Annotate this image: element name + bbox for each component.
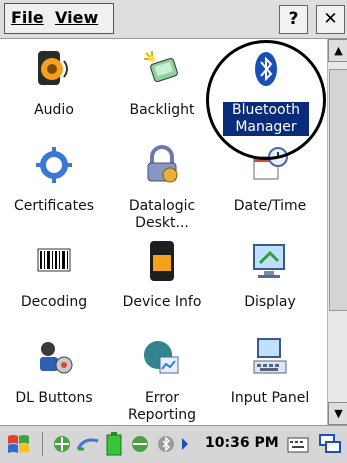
icon-error-reporting[interactable]: Error Reporting <box>108 327 216 423</box>
icon-label: Input Panel <box>230 390 310 406</box>
window-switch-icon[interactable] <box>318 433 342 455</box>
icon-label: Decoding <box>20 294 88 310</box>
scroll-up-button[interactable]: ▲ <box>328 39 347 62</box>
close-button[interactable]: ✕ <box>316 5 345 34</box>
menu-file[interactable]: File <box>11 8 44 27</box>
icon-label: Device Info <box>122 294 202 310</box>
icon-audio[interactable]: Audio <box>0 39 108 135</box>
dl-buttons-icon <box>40 342 73 374</box>
icon-label: Date/Time <box>233 198 307 214</box>
tray-expand-icon[interactable] <box>180 437 190 451</box>
speaker-icon <box>38 51 68 85</box>
device-icon <box>150 241 174 281</box>
scroll-down-button[interactable]: ▼ <box>328 402 347 425</box>
start-windows-icon[interactable] <box>6 432 32 456</box>
network-icon[interactable] <box>52 435 72 453</box>
backlight-icon <box>144 51 178 82</box>
datalogic-desktop-icon <box>147 145 178 183</box>
icon-decoding[interactable]: Decoding <box>0 231 108 327</box>
icon-label: Certificates <box>13 198 94 214</box>
icon-backlight[interactable]: Backlight <box>108 39 216 135</box>
icon-device-info[interactable]: Device Info <box>108 231 216 327</box>
icon-label: Datalogic Deskt... <box>128 198 196 231</box>
icon-display[interactable]: Display <box>216 231 324 327</box>
scroll-thumb[interactable] <box>329 69 347 311</box>
menu-bar: File View ? ✕ <box>0 0 347 39</box>
taskbar: 10:36 PM <box>0 425 347 463</box>
display-icon <box>253 244 285 278</box>
control-panel-icons: Audio Backlight Bluetooth Manager Certif… <box>0 39 327 425</box>
icon-label: Audio <box>34 102 74 118</box>
keyboard-icon[interactable] <box>287 434 309 454</box>
icon-dl-buttons[interactable]: DL Buttons <box>0 327 108 423</box>
battery-icon[interactable] <box>106 432 122 456</box>
input-panel-icon <box>253 338 287 374</box>
wireless-icon[interactable] <box>130 435 150 453</box>
sync-icon[interactable] <box>76 435 100 453</box>
icon-label: DL Buttons <box>15 390 93 406</box>
icon-label: Display <box>244 294 296 310</box>
bluetooth-tray-icon[interactable] <box>156 435 176 453</box>
icon-label: Backlight <box>129 102 195 118</box>
barcode-icon <box>37 248 71 272</box>
vertical-scrollbar[interactable]: ▲ ▼ <box>327 39 347 425</box>
icon-label: Error Reporting <box>127 390 197 423</box>
menu-group: File View <box>4 3 114 34</box>
highlight-circle <box>206 40 326 160</box>
help-button[interactable]: ? <box>279 5 308 34</box>
icon-datalogic-desktop[interactable]: Datalogic Deskt... <box>108 135 216 231</box>
menu-view[interactable]: View <box>55 8 98 27</box>
taskbar-divider <box>42 432 43 456</box>
clock[interactable]: 10:36 PM <box>205 435 279 451</box>
certificate-icon <box>36 147 72 183</box>
error-reporting-icon <box>144 341 179 374</box>
icon-certificates[interactable]: Certificates <box>0 135 108 231</box>
icon-input-panel[interactable]: Input Panel <box>216 327 324 423</box>
